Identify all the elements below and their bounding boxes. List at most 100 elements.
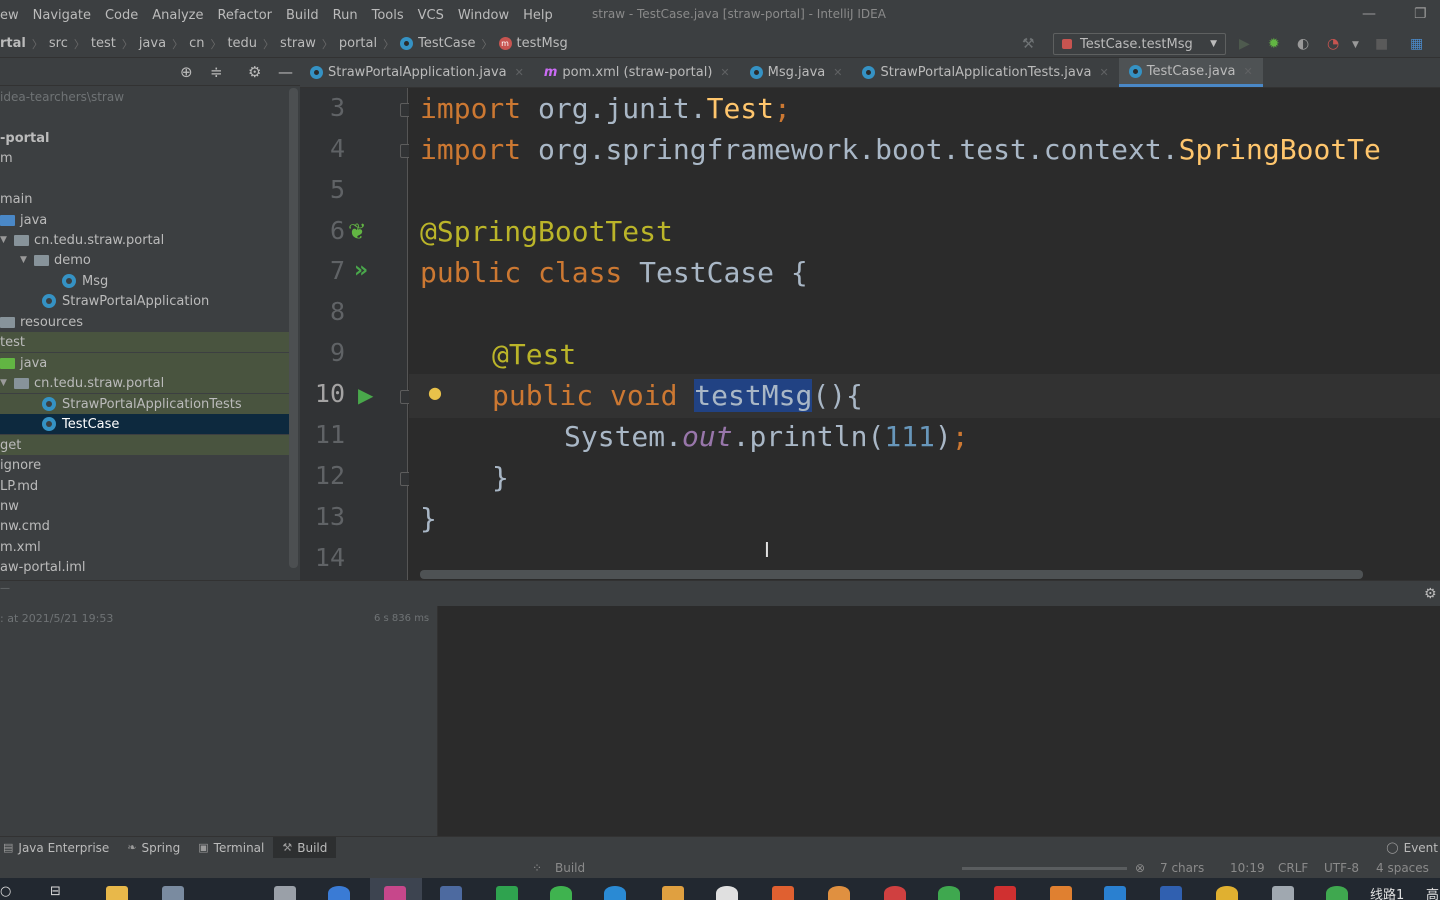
- tab-testcase[interactable]: TestCase.java ✕: [1118, 58, 1263, 87]
- expand-arrow-icon[interactable]: ▼: [0, 235, 14, 245]
- tree-item-msg[interactable]: Msg: [0, 271, 298, 291]
- tab-msg[interactable]: Msg.java ✕: [740, 58, 853, 87]
- code-line-7[interactable]: public class TestCase {: [420, 256, 808, 289]
- expand-arrow-icon[interactable]: ▼: [20, 255, 34, 265]
- file-explorer-icon[interactable]: [106, 886, 128, 900]
- app-icon[interactable]: [496, 886, 518, 900]
- run-icon[interactable]: ▶: [1239, 36, 1250, 52]
- tab-strawportalapplication[interactable]: StrawPortalApplication.java ✕: [300, 58, 534, 87]
- tool-java-enterprise[interactable]: ▤ Java Enterprise: [0, 837, 118, 859]
- tree-item-package-test[interactable]: ▼ cn.tedu.straw.portal: [0, 373, 298, 393]
- wechat-icon[interactable]: [550, 886, 572, 900]
- breadcrumb-src[interactable]: src: [49, 36, 68, 51]
- code-line-4[interactable]: import org.springframework.boot.test.con…: [420, 133, 1381, 166]
- spring-bean-icon[interactable]: ❦: [348, 220, 366, 245]
- breadcrumb-cn[interactable]: cn: [189, 36, 204, 51]
- tool-event-log[interactable]: ◯ Event: [1377, 837, 1440, 859]
- menu-build[interactable]: Build: [279, 8, 326, 23]
- app-icon[interactable]: [1104, 886, 1126, 900]
- code-line-11[interactable]: System.out.println(111);: [564, 420, 969, 453]
- app-icon[interactable]: [1326, 886, 1348, 900]
- code-line-6[interactable]: @SpringBootTest: [420, 215, 673, 248]
- tree-item-test[interactable]: test: [0, 332, 298, 352]
- menu-window[interactable]: Window: [451, 8, 516, 23]
- close-icon[interactable]: ✕: [720, 66, 729, 79]
- menu-view[interactable]: ew: [0, 8, 26, 23]
- gear-icon[interactable]: ⚙: [248, 63, 261, 81]
- close-icon[interactable]: ✕: [1244, 65, 1253, 78]
- code-line-9[interactable]: @Test: [492, 338, 576, 371]
- close-icon[interactable]: ✕: [515, 66, 524, 79]
- app-icon[interactable]: [994, 886, 1016, 900]
- app-icon[interactable]: [772, 886, 794, 900]
- tree-item-java-test[interactable]: java: [0, 353, 298, 373]
- taskbar-label[interactable]: 线路1: [1370, 884, 1404, 900]
- project-scrollbar[interactable]: [289, 88, 298, 568]
- intellij-icon[interactable]: [384, 886, 406, 900]
- status-encoding[interactable]: UTF-8: [1324, 861, 1359, 875]
- build-output[interactable]: [439, 606, 1440, 836]
- breadcrumb-straw[interactable]: straw: [280, 36, 316, 51]
- menu-analyze[interactable]: Analyze: [145, 8, 210, 23]
- app-icon[interactable]: [1050, 886, 1072, 900]
- stop-icon[interactable]: ■: [1375, 36, 1388, 52]
- code-line-13[interactable]: }: [420, 502, 437, 535]
- tree-item[interactable]: LP.md: [0, 476, 298, 496]
- tree-item-tests[interactable]: StrawPortalApplicationTests: [0, 394, 298, 414]
- minimize-panel-icon[interactable]: —: [0, 583, 10, 594]
- breadcrumb-testcase[interactable]: TestCase: [400, 36, 476, 51]
- app-icon[interactable]: [884, 886, 906, 900]
- tree-item[interactable]: get: [0, 435, 298, 455]
- browser-icon[interactable]: [328, 886, 350, 900]
- taskbar-label[interactable]: 高: [1426, 884, 1439, 900]
- app-icon[interactable]: [1272, 886, 1294, 900]
- menu-run[interactable]: Run: [326, 8, 365, 23]
- tree-item-path[interactable]: idea-tearchers\straw: [0, 87, 298, 107]
- breadcrumb-java[interactable]: java: [139, 36, 166, 51]
- project-structure-icon[interactable]: ▦: [1410, 36, 1423, 52]
- breadcrumb-tedu[interactable]: tedu: [227, 36, 257, 51]
- tree-item-demo[interactable]: ▼ demo: [0, 250, 298, 270]
- menu-refactor[interactable]: Refactor: [210, 8, 279, 23]
- menu-vcs[interactable]: VCS: [411, 8, 451, 23]
- coverage-icon[interactable]: ◐: [1297, 36, 1309, 52]
- tree-item[interactable]: m.xml: [0, 537, 298, 557]
- tool-build[interactable]: ⚒ Build: [273, 836, 337, 859]
- tree-item-testcase[interactable]: TestCase: [0, 414, 298, 434]
- breadcrumb-project[interactable]: rtal: [0, 36, 26, 51]
- tree-item[interactable]: aw-portal.iml: [0, 557, 298, 577]
- status-position[interactable]: 10:19: [1230, 861, 1265, 875]
- menu-help[interactable]: Help: [516, 8, 560, 23]
- tree-item[interactable]: nw: [0, 496, 298, 516]
- task-view-icon[interactable]: ⊟: [50, 884, 61, 899]
- run-configuration-select[interactable]: TestCase.testMsg ▼: [1053, 33, 1226, 55]
- tree-item[interactable]: m: [0, 148, 298, 168]
- close-icon[interactable]: ✕: [833, 66, 842, 79]
- app-icon[interactable]: [440, 886, 462, 900]
- breadcrumb-test[interactable]: test: [91, 36, 116, 51]
- app-icon[interactable]: [1160, 886, 1182, 900]
- search-icon[interactable]: ○: [0, 884, 11, 899]
- hide-icon[interactable]: —: [278, 63, 293, 81]
- tree-item-main[interactable]: main: [0, 189, 298, 209]
- menu-navigate[interactable]: Navigate: [26, 8, 98, 23]
- run-class-icon[interactable]: »: [354, 258, 368, 283]
- tool-spring[interactable]: ❧ Spring: [118, 837, 189, 859]
- tab-pom[interactable]: m pom.xml (straw-portal) ✕: [534, 58, 740, 87]
- locate-icon[interactable]: ⊕: [180, 63, 193, 81]
- tree-item-package[interactable]: ▼ cn.tedu.straw.portal: [0, 230, 298, 250]
- gear-icon[interactable]: ⚙: [1424, 586, 1437, 602]
- chevron-down-icon[interactable]: ▼: [1352, 40, 1359, 50]
- tree-item-resources[interactable]: resources: [0, 312, 298, 332]
- tree-item[interactable]: ignore: [0, 455, 298, 475]
- status-indent[interactable]: 4 spaces: [1376, 861, 1429, 875]
- cancel-icon[interactable]: ⊗: [1135, 861, 1145, 875]
- restore-icon[interactable]: ❐: [1414, 6, 1427, 22]
- breadcrumb-portal[interactable]: portal: [339, 36, 377, 51]
- status-line-separator[interactable]: CRLF: [1278, 861, 1308, 875]
- app-icon[interactable]: [604, 886, 626, 900]
- code-line-10[interactable]: public void testMsg(){: [492, 379, 863, 412]
- menu-tools[interactable]: Tools: [365, 8, 411, 23]
- app-icon[interactable]: [662, 886, 684, 900]
- intention-bulb-icon[interactable]: ●: [428, 383, 442, 402]
